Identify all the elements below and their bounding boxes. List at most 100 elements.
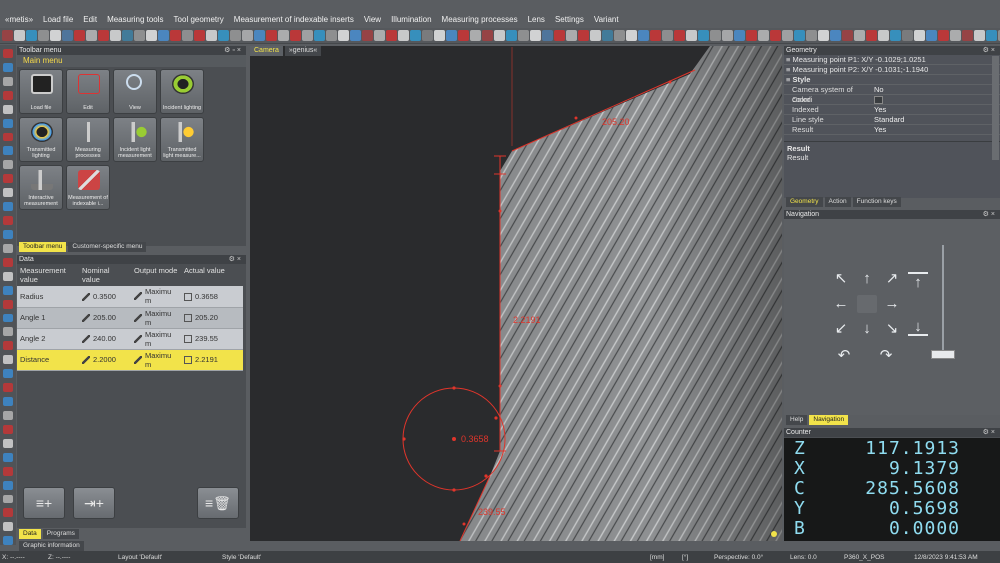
panel-controls-icon[interactable]: ⚙× xyxy=(983,46,1000,55)
toolbar-tool-icon[interactable] xyxy=(338,30,349,41)
toolbar-tool-icon[interactable] xyxy=(530,30,541,41)
toolbar-tool-icon[interactable] xyxy=(626,30,637,41)
col-actual[interactable]: Actual value xyxy=(181,264,243,286)
rotate-ccw-icon[interactable]: ↶ xyxy=(834,347,854,365)
toolbar-tool-icon[interactable] xyxy=(662,30,673,41)
measure-tool-icon[interactable] xyxy=(3,90,13,100)
menu-load-file[interactable]: Load file xyxy=(38,15,78,24)
tile-load-file[interactable]: Load file xyxy=(19,69,63,114)
toolbar-tool-icon[interactable] xyxy=(734,30,745,41)
toolbar-tool-icon[interactable] xyxy=(422,30,433,41)
toolbar-tool-icon[interactable] xyxy=(470,30,481,41)
measure-tool-icon[interactable] xyxy=(3,118,13,128)
cell-mode[interactable]: Maximu m xyxy=(131,328,181,349)
measure-tool-icon[interactable] xyxy=(3,216,13,225)
tab-toolbar-menu[interactable]: Toolbar menu xyxy=(19,242,67,252)
toolbar-tool-icon[interactable] xyxy=(302,30,313,41)
status-layout[interactable]: Layout 'Default' xyxy=(118,554,222,561)
measure-tool-icon[interactable] xyxy=(3,494,13,504)
tile-transmitted-light-measure[interactable]: Transmitted light measure... xyxy=(160,117,204,162)
toolbar-tool-icon[interactable] xyxy=(194,30,205,41)
toolbar-tool-icon[interactable] xyxy=(698,30,709,41)
edit-pen-icon[interactable] xyxy=(134,355,142,364)
toolbar-tool-icon[interactable] xyxy=(926,30,937,41)
measure-tool-icon[interactable] xyxy=(3,424,13,434)
nav-down-icon[interactable]: ↓ xyxy=(857,320,877,338)
menu-tool-geometry[interactable]: Tool geometry xyxy=(169,15,229,24)
toolbar-tool-icon[interactable] xyxy=(158,30,169,41)
toolbar-tool-icon[interactable] xyxy=(254,30,265,41)
toolbar-tool-icon[interactable] xyxy=(206,30,217,41)
toolbar-tool-icon[interactable] xyxy=(518,30,529,41)
toolbar-tool-icon[interactable] xyxy=(638,30,649,41)
nav-z-down-icon[interactable]: ↓ xyxy=(908,318,928,336)
col-nominal[interactable]: Nominal value xyxy=(79,264,131,286)
toolbar-tool-icon[interactable] xyxy=(398,30,409,41)
prop-color[interactable]: Color xyxy=(784,95,1000,105)
cell-mode[interactable]: Maximu m xyxy=(131,349,181,370)
toolbar-tool-icon[interactable] xyxy=(806,30,817,41)
table-row-selected[interactable]: Distance 2.2000 Maximu m 2.2191 xyxy=(17,349,243,370)
tile-measuring-processes[interactable]: Measuring processes xyxy=(66,117,110,162)
toolbar-tool-icon[interactable] xyxy=(230,30,241,41)
edit-pen-icon[interactable] xyxy=(82,314,90,322)
app-logo[interactable]: «metis» xyxy=(0,15,38,24)
measure-tool-icon[interactable] xyxy=(3,243,13,253)
table-row[interactable]: Radius 0.3500 Maximu m 0.3658 xyxy=(17,286,243,307)
measure-tool-icon[interactable] xyxy=(3,257,13,267)
toolbar-tool-icon[interactable] xyxy=(2,30,13,41)
expand-icon[interactable]: ≡ xyxy=(784,55,790,64)
toolbar-tool-icon[interactable] xyxy=(446,30,457,41)
toolbar-tool-icon[interactable] xyxy=(38,30,49,41)
toolbar-tool-icon[interactable] xyxy=(14,30,25,41)
cell-nominal[interactable]: 240.00 xyxy=(79,328,131,349)
edit-pen-icon[interactable] xyxy=(82,292,90,301)
toolbar-tool-icon[interactable] xyxy=(710,30,721,41)
toolbar-tool-icon[interactable] xyxy=(650,30,661,41)
toolbar-tool-icon[interactable] xyxy=(146,30,157,41)
prop-camera-system[interactable]: Camera system of coordi No xyxy=(784,85,1000,104)
collapse-icon[interactable]: ≡ xyxy=(784,75,790,84)
measure-tool-icon[interactable] xyxy=(3,313,13,323)
measure-tool-icon[interactable] xyxy=(3,480,13,490)
measure-tool-icon[interactable] xyxy=(3,410,13,420)
toolbar-tool-icon[interactable] xyxy=(26,30,37,41)
measure-tool-icon[interactable] xyxy=(3,299,13,309)
measure-tool-icon[interactable] xyxy=(3,466,13,476)
toolbar-tool-icon[interactable] xyxy=(878,30,889,41)
geometry-scrollbar[interactable] xyxy=(992,56,999,160)
toolbar-tool-icon[interactable] xyxy=(686,30,697,41)
toolbar-tool-icon[interactable] xyxy=(818,30,829,41)
insert-measurement-button[interactable]: ⇥+ xyxy=(73,487,115,519)
nav-up-right-icon[interactable]: ↗ xyxy=(882,270,902,288)
measure-tool-icon[interactable] xyxy=(3,202,13,212)
toolbar-tool-icon[interactable] xyxy=(794,30,805,41)
table-row[interactable]: Angle 2 240.00 Maximu m 239.55 xyxy=(17,328,243,349)
measure-tool-icon[interactable] xyxy=(3,174,13,184)
toolbar-tool-icon[interactable] xyxy=(854,30,865,41)
toolbar-tool-icon[interactable] xyxy=(506,30,517,41)
toolbar-tool-icon[interactable] xyxy=(374,30,385,41)
cell-nominal[interactable]: 205.00 xyxy=(79,307,131,328)
toolbar-tool-icon[interactable] xyxy=(50,30,61,41)
toolbar-tool-icon[interactable] xyxy=(278,30,289,41)
toolbar-tool-icon[interactable] xyxy=(578,30,589,41)
toolbar-tool-icon[interactable] xyxy=(986,30,997,41)
cell-nominal[interactable]: 0.3500 xyxy=(79,286,131,307)
toolbar-tool-icon[interactable] xyxy=(914,30,925,41)
toolbar-tool-icon[interactable] xyxy=(782,30,793,41)
measure-tool-icon[interactable] xyxy=(3,188,13,198)
toolbar-tool-icon[interactable] xyxy=(842,30,853,41)
measure-tool-icon[interactable] xyxy=(3,104,13,114)
toolbar-tool-icon[interactable] xyxy=(938,30,949,41)
menu-view[interactable]: View xyxy=(359,15,386,24)
menu-measuring-tools[interactable]: Measuring tools xyxy=(102,15,168,24)
toolbar-tool-icon[interactable] xyxy=(746,30,757,41)
toolbar-tool-icon[interactable] xyxy=(566,30,577,41)
tile-transmitted-lighting[interactable]: Transmitted lighting xyxy=(19,117,63,162)
measure-tool-icon[interactable] xyxy=(3,132,13,142)
measure-tool-icon[interactable] xyxy=(3,438,13,448)
toolbar-tool-icon[interactable] xyxy=(314,30,325,41)
speed-slider-handle[interactable] xyxy=(931,350,955,359)
camera-image[interactable]: 205.20 2.2191 0.3658 239.55 xyxy=(250,46,782,542)
